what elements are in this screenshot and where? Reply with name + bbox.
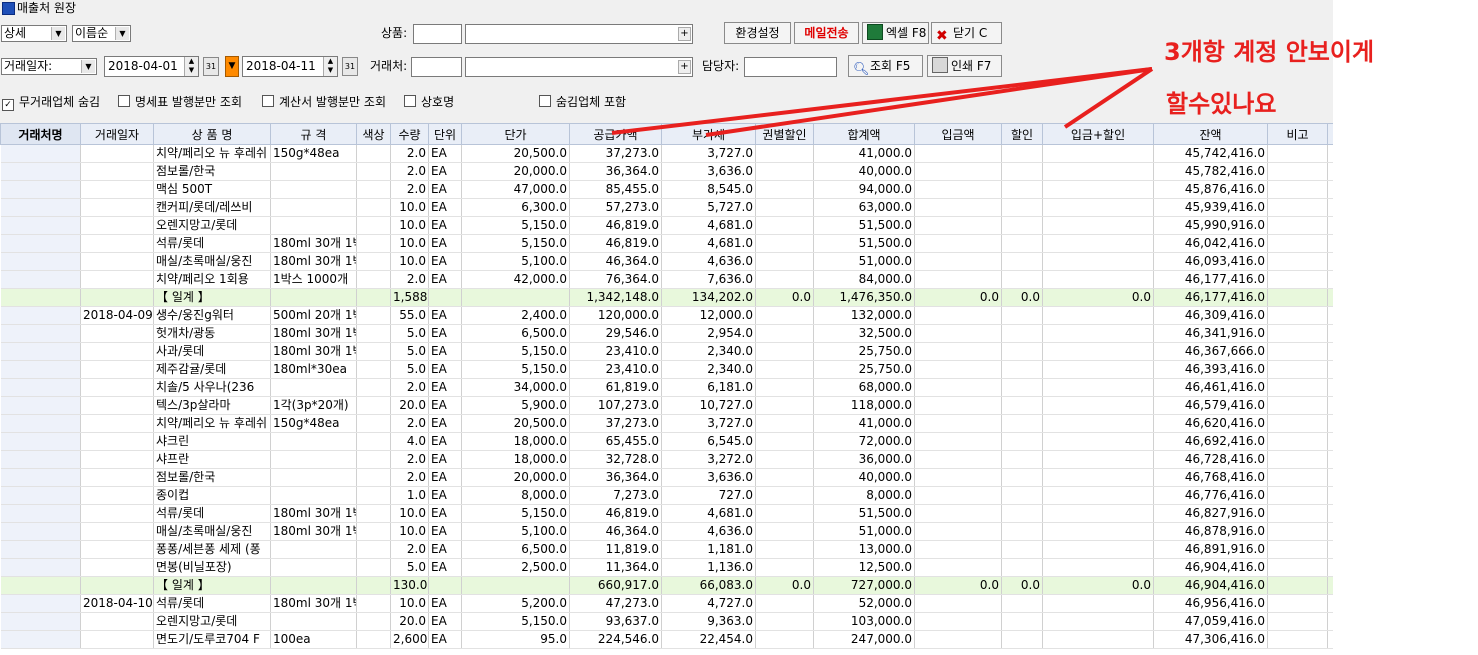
arrow-to-vat: [705, 67, 1153, 137]
annotation-arrows: [611, 67, 1154, 137]
